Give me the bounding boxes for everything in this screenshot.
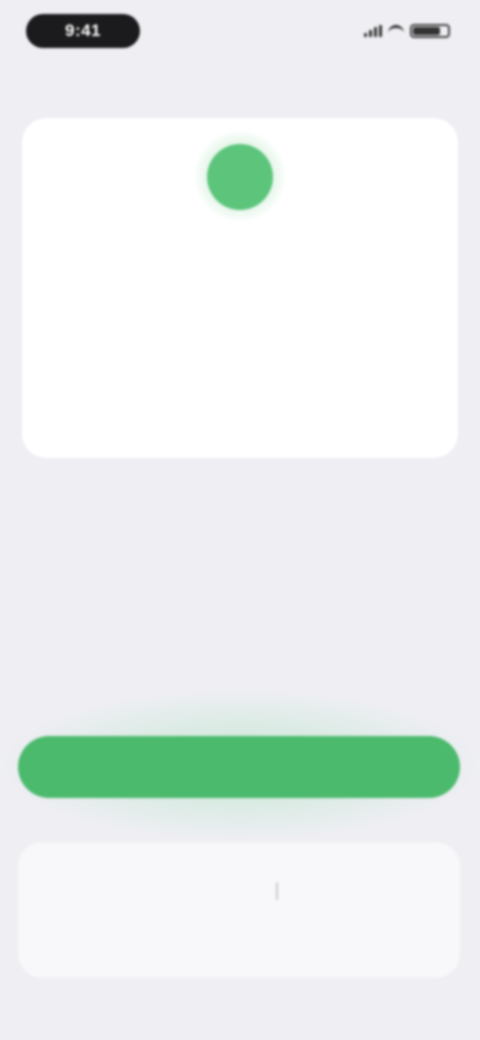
action-divider (276, 882, 278, 900)
wifi-icon (388, 25, 404, 37)
signal-icon (364, 25, 382, 37)
info-row (40, 331, 440, 361)
bottom-panel (18, 842, 460, 978)
left-action-sublabel (76, 912, 212, 930)
status-indicators (364, 22, 450, 40)
primary-action-button[interactable] (18, 736, 460, 798)
profile-card (22, 118, 458, 458)
right-action-sublabel (316, 912, 392, 930)
status-bar: 9:41 (0, 0, 480, 64)
info-row (40, 258, 440, 288)
avatar (207, 144, 273, 210)
info-row (40, 403, 440, 433)
app-screen: 9:41 (0, 0, 480, 1040)
right-action-link[interactable] (316, 876, 392, 906)
status-time: 9:41 (64, 21, 102, 40)
battery-icon (410, 24, 450, 38)
left-action-link[interactable] (76, 876, 212, 906)
